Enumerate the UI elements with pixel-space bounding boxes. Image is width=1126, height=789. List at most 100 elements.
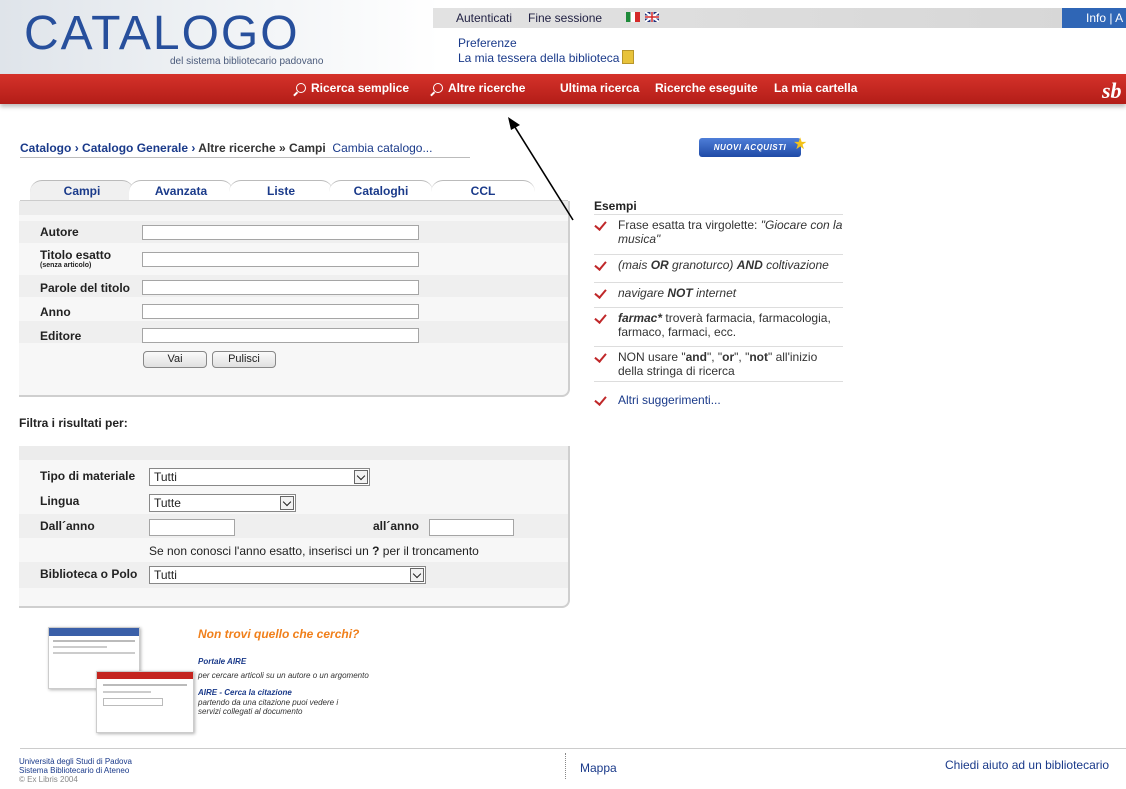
- go-button[interactable]: Vai: [143, 351, 207, 368]
- aire-portal-desc: per cercare articoli su un autore o un a…: [198, 671, 369, 680]
- breadcrumb-other: Altre ricerche: [198, 141, 276, 155]
- example-4-term: farmac*: [618, 311, 663, 325]
- thumb-line: [103, 684, 187, 686]
- citation-thumbnail[interactable]: [96, 671, 194, 733]
- material-type-value: Tutti: [154, 470, 177, 484]
- filter-panel: Tipo di materiale Tutti Lingua Tutte Dal…: [19, 446, 570, 608]
- promo-item-1: Portale AIRE per cercare articoli su un …: [198, 653, 398, 681]
- tab-fields[interactable]: Campi: [30, 180, 134, 201]
- panel-header: [19, 201, 568, 215]
- breadcrumb-catalog[interactable]: Catalogo: [20, 141, 71, 155]
- aire-portal-link[interactable]: Portale AIRE: [198, 657, 246, 666]
- example-item: farmac* troverà farmacia, farmacologia, …: [594, 307, 843, 342]
- title-words-input[interactable]: [142, 280, 419, 295]
- thumb-line: [53, 646, 107, 648]
- exact-title-input[interactable]: [142, 252, 419, 267]
- checkmark-icon: [594, 311, 607, 324]
- new-acquisitions-button[interactable]: NUOVI ACQUISTI: [699, 138, 801, 157]
- to-year-input[interactable]: [429, 519, 514, 536]
- nav-last-search[interactable]: Ultima ricerca: [560, 81, 639, 95]
- panel-header: [19, 446, 568, 460]
- tab-lists[interactable]: Liste: [229, 180, 333, 201]
- divider: [20, 157, 470, 158]
- example-5-b: ", ": [706, 350, 723, 364]
- example-5-c: ", ": [734, 350, 750, 364]
- promo-title: Non trovi quello che cerchi?: [198, 627, 360, 641]
- publisher-label: Editore: [40, 329, 82, 343]
- sitemap-link[interactable]: Mappa: [580, 761, 617, 775]
- change-catalog-link[interactable]: Cambia catalogo...: [332, 141, 432, 155]
- search-icon: [296, 83, 306, 93]
- example-5-or: or: [722, 350, 735, 364]
- logo-title: CATALOGO: [24, 7, 300, 60]
- exact-title-label-text: Titolo esatto: [40, 248, 112, 262]
- thumb-box: [103, 698, 163, 706]
- example-3-not: NOT: [667, 286, 693, 300]
- example-3-b: internet: [696, 286, 737, 300]
- library-card-link[interactable]: La mia tessera della biblioteca: [458, 51, 619, 65]
- ask-librarian-link[interactable]: Chiedi aiuto ad un bibliotecario: [945, 758, 1109, 772]
- thumb-header: [49, 628, 139, 636]
- from-year-input[interactable]: [149, 519, 235, 536]
- author-input[interactable]: [142, 225, 419, 240]
- library-system-link[interactable]: Sistema Bibliotecario di Ateneo: [19, 766, 129, 775]
- nav-executed-searches[interactable]: Ricerche eseguite: [655, 81, 758, 95]
- example-item: navigare NOT internet: [594, 282, 843, 303]
- card-icon[interactable]: [622, 50, 635, 64]
- year-hint: Se non conosci l'anno esatto, inserisci …: [149, 544, 479, 558]
- example-item: NON usare "and", "or", "not" all'inizio …: [594, 346, 843, 382]
- example-1-text: Frase esatta tra virgolette:: [618, 218, 758, 232]
- example-5-not: not: [749, 350, 768, 364]
- filter-heading: Filtra i risultati per:: [19, 416, 128, 430]
- year-label: Anno: [40, 305, 71, 319]
- clear-button[interactable]: Pulisci: [212, 351, 276, 368]
- nav-simple-search[interactable]: Ricerca semplice: [296, 81, 409, 95]
- example-2-and: AND: [736, 258, 763, 272]
- material-type-select[interactable]: Tutti: [149, 468, 370, 486]
- nav-other-searches[interactable]: Altre ricerche: [433, 81, 525, 95]
- footer-divider: [20, 748, 1126, 749]
- nav-my-folder[interactable]: La mia cartella: [774, 81, 857, 95]
- language-label: Lingua: [40, 494, 80, 508]
- thumb-header: [97, 672, 193, 679]
- year-hint-char: ?: [372, 544, 380, 558]
- year-hint-pre: Se non conosci l'anno esatto, inserisci …: [149, 544, 369, 558]
- author-label: Autore: [40, 225, 79, 239]
- more-suggestions-link[interactable]: Altri suggerimenti...: [618, 393, 721, 407]
- publisher-input[interactable]: [142, 328, 419, 343]
- example-2-b: granoturco): [672, 258, 734, 272]
- from-year-label: Dall´anno: [40, 519, 95, 533]
- library-select[interactable]: Tutti: [149, 566, 426, 584]
- breadcrumb: Catalogo › Catalogo Generale › Altre ric…: [20, 141, 432, 155]
- star-icon: ★: [793, 136, 808, 153]
- language-select[interactable]: Tutte: [149, 494, 296, 512]
- year-input[interactable]: [142, 304, 419, 319]
- chevron-down-icon: [410, 568, 424, 582]
- tab-catalogs[interactable]: Cataloghi: [329, 180, 433, 201]
- uk-flag-icon[interactable]: [645, 12, 660, 22]
- nav-simple-search-label: Ricerca semplice: [311, 81, 410, 95]
- aire-citation-link[interactable]: AIRE - Cerca la citazione: [198, 688, 292, 697]
- checkmark-icon: [594, 350, 607, 363]
- tab-advanced[interactable]: Avanzata: [129, 180, 233, 201]
- italian-flag-icon[interactable]: [626, 12, 640, 22]
- search-icon: [433, 83, 443, 93]
- library-label: Biblioteca o Polo: [40, 567, 138, 581]
- preferences-link[interactable]: Preferenze: [458, 36, 517, 50]
- annotation-arrow: [508, 117, 574, 221]
- library-value: Tutti: [154, 568, 177, 582]
- breadcrumb-general[interactable]: Catalogo Generale: [82, 141, 188, 155]
- search-form-panel: Autore Titolo esatto (senza articolo) Pa…: [19, 201, 570, 397]
- to-year-label: all´anno: [373, 519, 420, 533]
- authenticated-link[interactable]: Autenticati: [456, 11, 512, 25]
- sitemap-icon: [565, 753, 576, 779]
- exact-title-hint: (senza articolo): [40, 262, 92, 269]
- checkmark-icon: [594, 258, 607, 271]
- university-link[interactable]: Università degli Studi di Padova: [19, 757, 132, 766]
- brand-mark: sb: [1102, 78, 1122, 103]
- example-item: (mais OR granoturco) AND coltivazione: [594, 254, 843, 275]
- chevron-down-icon: [354, 470, 368, 484]
- logout-link[interactable]: Fine sessione: [528, 11, 602, 25]
- example-5-and: and: [685, 350, 707, 364]
- info-link[interactable]: Info | A: [1062, 8, 1126, 28]
